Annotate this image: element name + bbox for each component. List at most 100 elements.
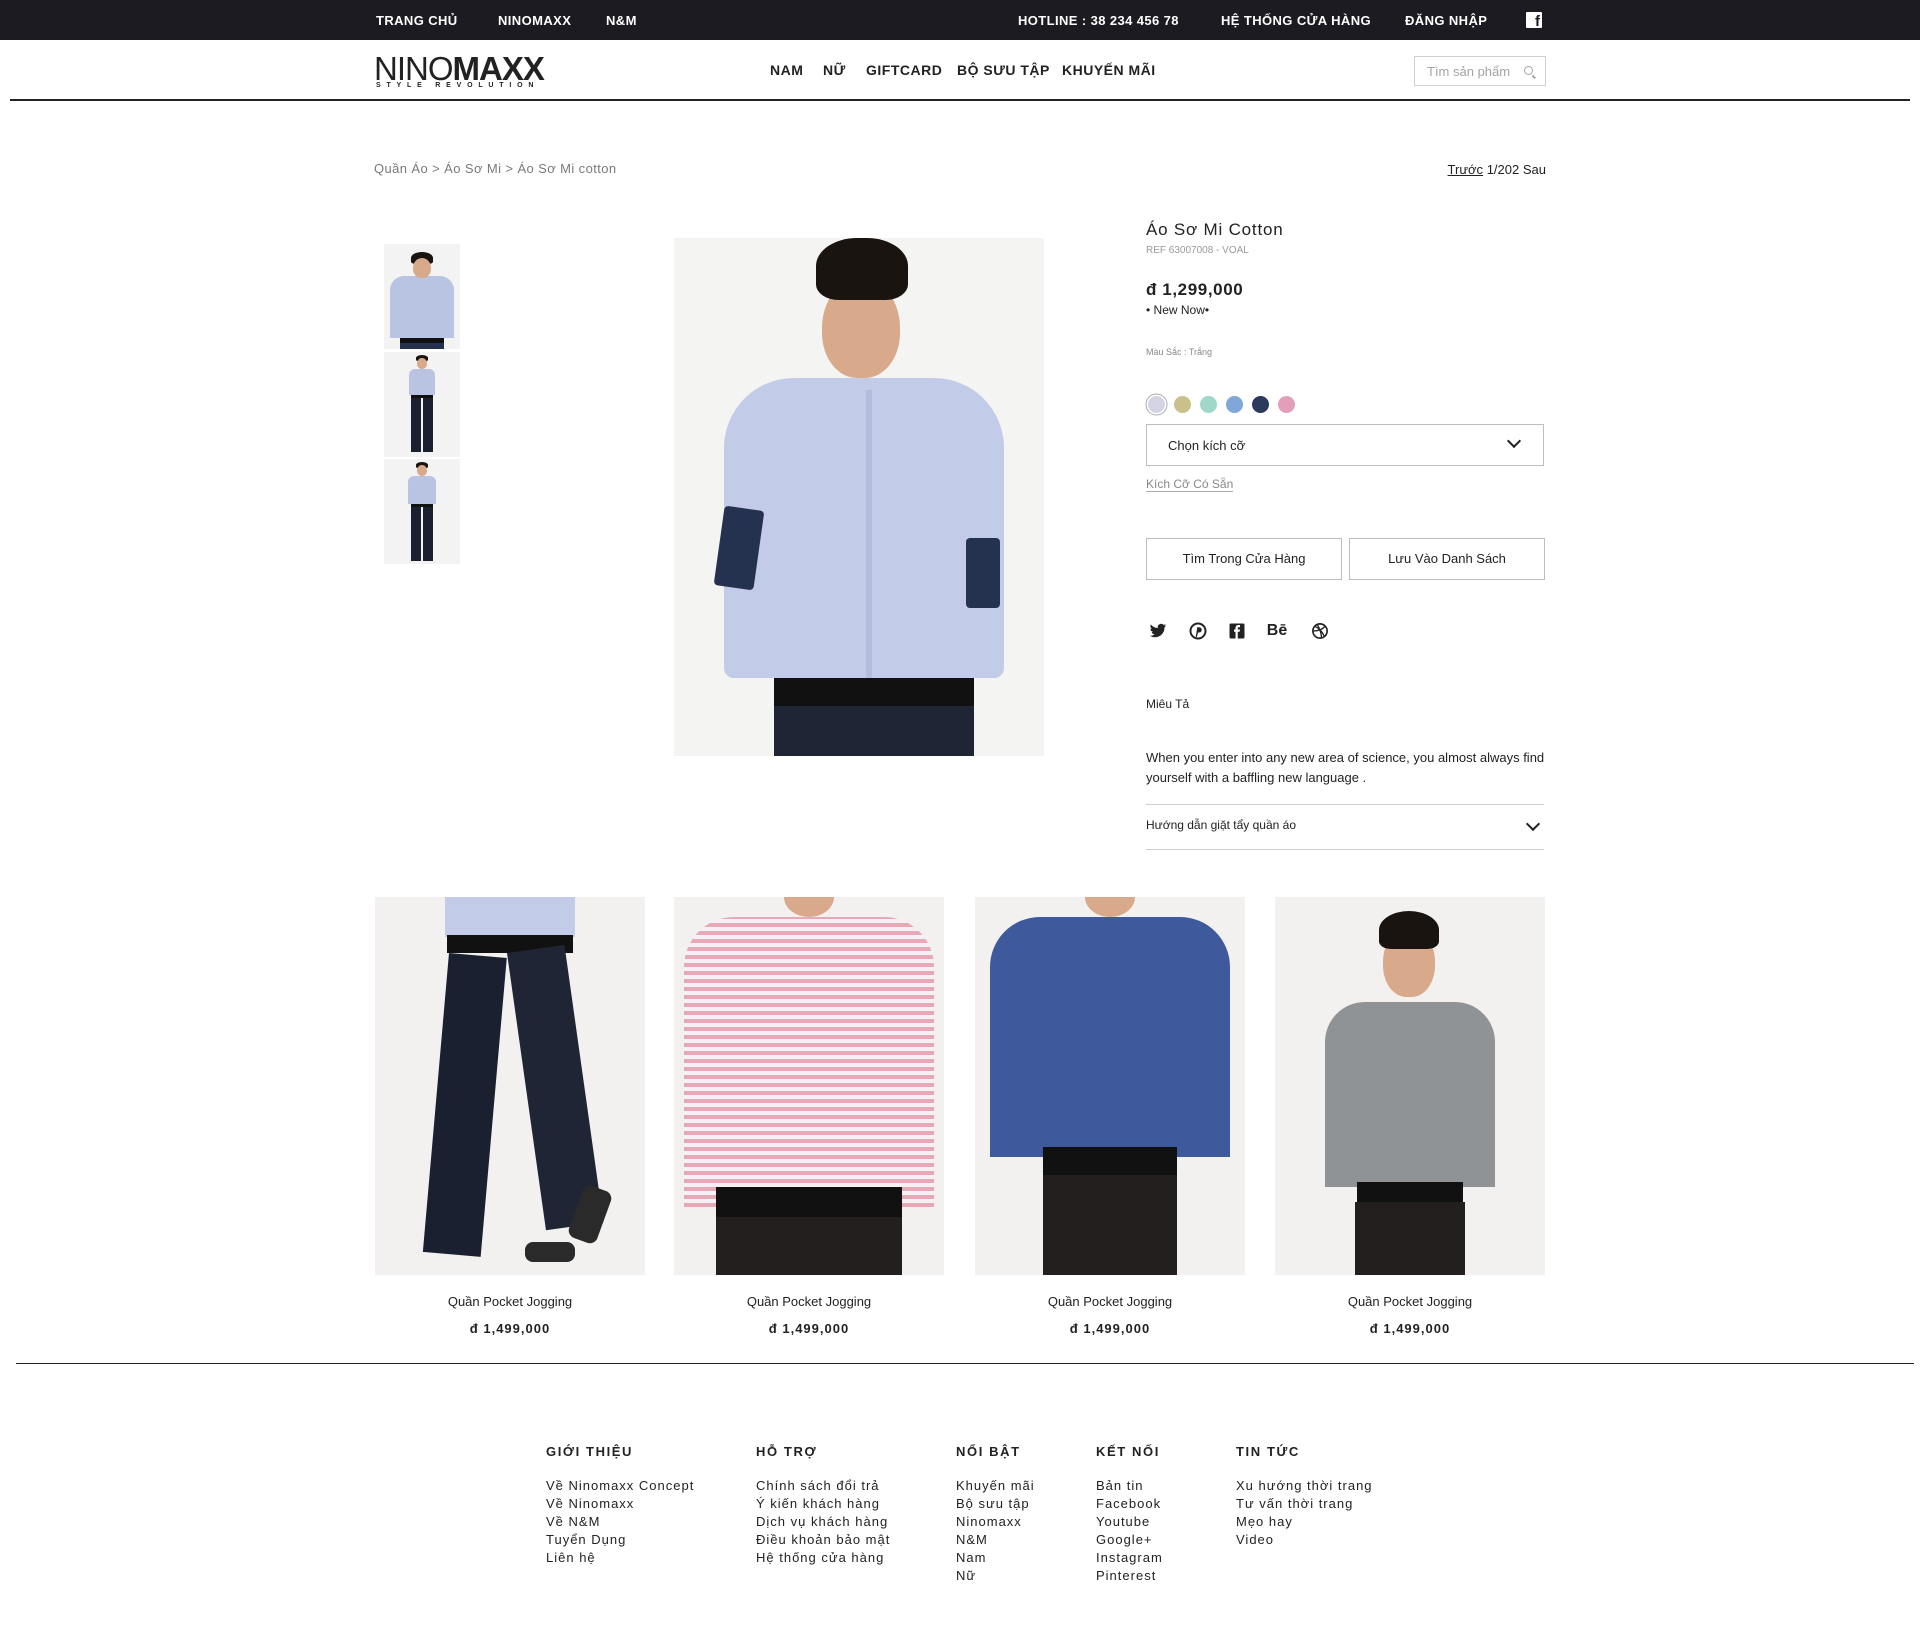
breadcrumb-separator: > (505, 161, 514, 176)
nav-item-collection[interactable]: BỘ SƯU TẬP (957, 62, 1050, 82)
footer-link[interactable]: Dịch vụ khách hàng (756, 1513, 890, 1531)
dribbble-icon[interactable] (1311, 622, 1329, 640)
color-swatch-1[interactable] (1148, 396, 1165, 413)
footer-link[interactable]: Về Ninomaxx (546, 1495, 694, 1513)
top-link-ninomaxx[interactable]: NINOMAXX (498, 0, 571, 40)
color-swatch-6[interactable] (1278, 396, 1295, 413)
footer-link[interactable]: Về Ninomaxx Concept (546, 1477, 694, 1495)
size-dropdown[interactable]: Chọn kích cỡ (1146, 424, 1544, 466)
nav-item-giftcard[interactable]: GIFTCARD (866, 62, 942, 82)
footer-column-title: TIN TỨC (1236, 1444, 1300, 1459)
logo-tagline: STYLE REVOLUTION (376, 82, 540, 89)
related-product-name[interactable]: Quần Pocket Jogging (375, 1294, 645, 1309)
color-swatch-4[interactable] (1226, 396, 1243, 413)
description-text: When you enter into any new area of scie… (1146, 750, 1545, 785)
logo[interactable]: NINOMAXX STYLE REVOLUTION (374, 52, 545, 92)
related-product-name[interactable]: Quần Pocket Jogging (975, 1294, 1245, 1309)
footer-link[interactable]: Youtube (1096, 1513, 1163, 1531)
color-swatch-5[interactable] (1252, 396, 1269, 413)
nav-item-nam[interactable]: NAM (770, 62, 803, 82)
related-product-price: đ 1,499,000 (1369, 1321, 1451, 1336)
related-product-image[interactable] (1275, 897, 1545, 1275)
related-product-name[interactable]: Quần Pocket Jogging (1275, 1294, 1545, 1309)
footer-link[interactable]: Bộ sưu tập (956, 1495, 1035, 1513)
chevron-down-icon (1525, 816, 1541, 832)
find-in-store-button[interactable]: Tìm Trong Cửa Hàng (1146, 538, 1342, 580)
footer-link[interactable]: Nữ (956, 1567, 1035, 1585)
top-link-nm[interactable]: N&M (606, 0, 637, 40)
breadcrumb-item-clothing[interactable]: Quần Áo (374, 161, 428, 176)
footer-link[interactable]: Xu hướng thời trang (1236, 1477, 1373, 1495)
product-pager: Trước 1/202 Sau (1448, 162, 1546, 177)
breadcrumb: Quần Áo > Áo Sơ Mi > Áo Sơ Mi cotton (374, 161, 617, 176)
nav-item-promotion[interactable]: KHUYẾN MÃI (1062, 62, 1156, 82)
footer-link[interactable]: Ninomaxx (956, 1513, 1035, 1531)
footer-link[interactable]: Nam (956, 1549, 1035, 1567)
footer-column-connect: KẾT NỐI Bản tin Facebook Youtube Google+… (1096, 1444, 1163, 1585)
top-link-home[interactable]: TRANG CHỦ (376, 0, 458, 40)
save-to-list-button[interactable]: Lưu Vào Danh Sách (1349, 538, 1545, 580)
top-link-stores[interactable]: HỆ THỐNG CỬA HÀNG (1221, 0, 1371, 40)
footer-column-title: KẾT NỐI (1096, 1444, 1160, 1459)
footer-column-featured: NỔI BẬT Khuyến mãi Bộ sưu tập Ninomaxx N… (956, 1444, 1035, 1585)
twitter-icon[interactable] (1149, 622, 1167, 640)
related-product-image[interactable] (674, 897, 944, 1275)
facebook-square-icon[interactable] (1228, 622, 1246, 640)
header-divider (10, 99, 1910, 101)
pager-position: 1/202 (1486, 162, 1520, 177)
footer-link[interactable]: Chính sách đổi trả (756, 1477, 890, 1495)
footer-column-title: HỖ TRỢ (756, 1444, 818, 1459)
footer-column-title: GIỚI THIỆU (546, 1444, 634, 1459)
search-icon[interactable] (1524, 66, 1533, 75)
footer-link[interactable]: Về N&M (546, 1513, 694, 1531)
footer-link[interactable]: Google+ (1096, 1531, 1163, 1549)
footer-link[interactable]: Pinterest (1096, 1567, 1163, 1585)
footer-link[interactable]: Tư vấn thời trang (1236, 1495, 1373, 1513)
related-product-name[interactable]: Quần Pocket Jogging (674, 1294, 944, 1309)
footer-link[interactable]: Video (1236, 1531, 1373, 1549)
thumbnail-1[interactable] (384, 244, 460, 349)
product-title: Áo Sơ Mi Cotton (1146, 220, 1284, 239)
size-dropdown-label: Chọn kích cỡ (1168, 438, 1246, 453)
behance-icon[interactable]: Bē (1264, 622, 1290, 640)
color-swatch-3[interactable] (1200, 396, 1217, 413)
top-bar: TRANG CHỦ NINOMAXX N&M HOTLINE : 38 234 … (0, 0, 1920, 40)
pager-next-link[interactable]: Sau (1523, 162, 1546, 177)
footer-link[interactable]: Khuyến mãi (956, 1477, 1035, 1495)
product-ref: REF 63007008 - VOAL (1146, 245, 1249, 256)
color-swatch-2[interactable] (1174, 396, 1191, 413)
footer-link[interactable]: Mẹo hay (1236, 1513, 1373, 1531)
breadcrumb-item-current[interactable]: Áo Sơ Mi cotton (517, 161, 616, 176)
facebook-icon[interactable]: f (1526, 12, 1542, 30)
search-input[interactable] (1415, 57, 1523, 85)
pinterest-icon[interactable] (1189, 622, 1207, 640)
related-product-image[interactable] (375, 897, 645, 1275)
footer-link[interactable]: Bản tin (1096, 1477, 1163, 1495)
thumbnail-3[interactable] (384, 459, 460, 564)
footer-link[interactable]: Tuyển Dụng (546, 1531, 694, 1549)
chevron-down-icon (1506, 433, 1522, 449)
care-guide-label: Hướng dẫn giặt tẩy quần áo (1146, 818, 1297, 832)
related-product-price: đ 1,499,000 (469, 1321, 551, 1336)
footer-divider (16, 1363, 1914, 1364)
breadcrumb-item-shirts[interactable]: Áo Sơ Mi (444, 161, 501, 176)
available-sizes-link[interactable]: Kích Cỡ Có Sẵn (1146, 477, 1234, 492)
footer-link[interactable]: Hệ thống cửa hàng (756, 1549, 890, 1567)
product-price: đ 1,299,000 (1146, 280, 1244, 299)
thumbnail-2[interactable] (384, 352, 460, 457)
footer-link[interactable]: Ý kiến khách hàng (756, 1495, 890, 1513)
footer-column-about: GIỚI THIỆU Về Ninomaxx Concept Về Ninoma… (546, 1444, 694, 1567)
footer-link[interactable]: Liên hệ (546, 1549, 694, 1567)
related-product-price: đ 1,499,000 (768, 1321, 850, 1336)
related-product-image[interactable] (975, 897, 1245, 1275)
nav-item-nu[interactable]: NỮ (823, 62, 846, 82)
pager-prev-link[interactable]: Trước (1448, 162, 1484, 177)
footer-link[interactable]: N&M (956, 1531, 1035, 1549)
product-main-image[interactable] (674, 238, 1044, 756)
top-link-login[interactable]: ĐĂNG NHẬP (1405, 0, 1487, 40)
footer-link[interactable]: Điều khoản bảo mật (756, 1531, 890, 1549)
description-title: Miêu Tả (1146, 697, 1190, 711)
footer-link[interactable]: Instagram (1096, 1549, 1163, 1567)
care-guide-accordion[interactable]: Hướng dẫn giặt tẩy quần áo (1146, 804, 1544, 850)
footer-link[interactable]: Facebook (1096, 1495, 1163, 1513)
